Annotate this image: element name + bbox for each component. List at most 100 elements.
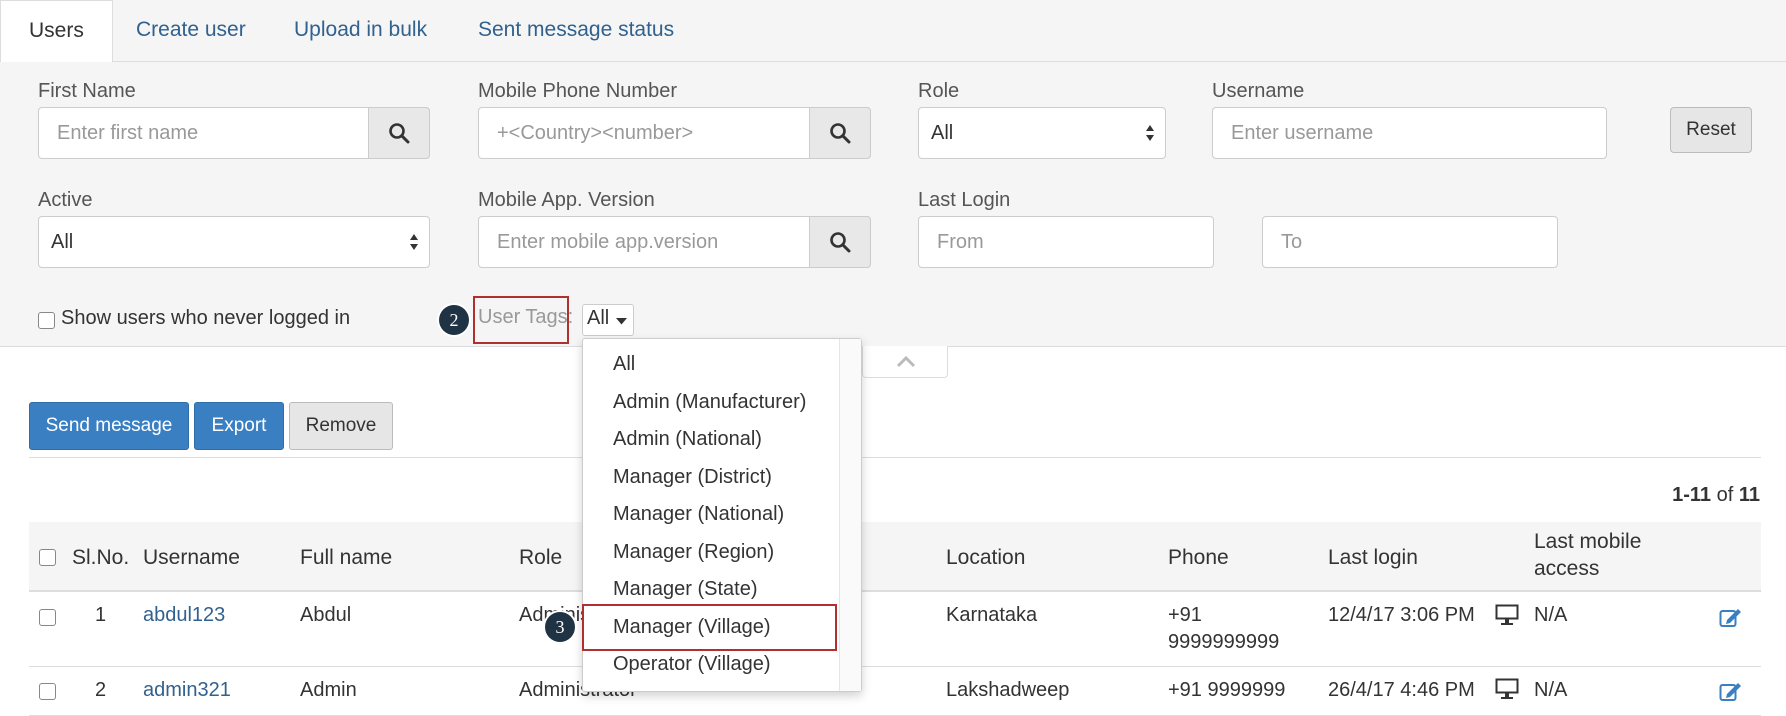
header-username[interactable]: Username	[143, 546, 240, 570]
username-input[interactable]: Enter username	[1212, 107, 1607, 159]
first-name-placeholder: Enter first name	[57, 122, 199, 144]
last-login-to-placeholder: To	[1281, 231, 1303, 253]
menu-item-manager-district[interactable]: Manager (District)	[613, 466, 772, 489]
user-tags-label: User Tags:	[478, 306, 574, 328]
edit-icon[interactable]	[1719, 680, 1743, 702]
username-label: Username	[1212, 80, 1305, 102]
never-logged-in-label: Show users who never logged in	[61, 307, 351, 329]
row-slno: 1	[95, 604, 107, 626]
app-version-search-button[interactable]	[809, 216, 871, 268]
last-login-to-input[interactable]: To	[1262, 216, 1558, 268]
app-version-placeholder: Enter mobile app.version	[497, 231, 719, 253]
step-marker-3: 3	[545, 612, 575, 642]
row-location: Lakshadweep	[946, 679, 1070, 701]
header-role[interactable]: Role	[519, 546, 562, 570]
manager-village-highlight	[582, 604, 837, 651]
filter-panel	[0, 62, 1786, 347]
tab-bar: Users Create user Upload in bulk Sent me…	[0, 0, 1786, 63]
caret-down-icon	[616, 318, 627, 325]
send-message-button[interactable]: Send message	[29, 402, 189, 450]
collapse-filters-button[interactable]	[862, 346, 948, 378]
row-last-login: 12/4/17 3:06 PM	[1328, 604, 1475, 626]
user-tags-dropdown-toggle[interactable]: All	[582, 304, 634, 336]
header-last-mobile-line2: access	[1534, 557, 1600, 580]
mobile-phone-placeholder: +<Country><number>	[497, 122, 694, 144]
user-tags-value: All	[587, 307, 610, 329]
tab-users[interactable]: Users	[0, 0, 113, 63]
active-select[interactable]: All	[38, 216, 430, 268]
row-phone-line1: +91 9999999	[1168, 679, 1286, 701]
row-last-mobile: N/A	[1534, 604, 1568, 626]
row-fullname: Abdul	[300, 604, 352, 626]
header-phone[interactable]: Phone	[1168, 546, 1229, 570]
chevron-up-icon	[896, 356, 916, 368]
last-login-from-input[interactable]: From	[918, 216, 1214, 268]
last-login-from-placeholder: From	[937, 231, 984, 253]
menu-item-all[interactable]: All	[613, 353, 635, 376]
app-version-input[interactable]: Enter mobile app.version	[478, 216, 871, 268]
row-slno: 2	[95, 679, 107, 701]
search-icon	[389, 123, 410, 144]
role-select[interactable]: All	[918, 107, 1166, 159]
first-name-input[interactable]: Enter first name	[38, 107, 430, 159]
row-checkbox[interactable]	[39, 609, 56, 626]
pagination-count: 1-11 of 11	[1672, 484, 1760, 507]
row-last-mobile: N/A	[1534, 679, 1568, 701]
tab-create-user[interactable]: Create user	[108, 0, 274, 62]
table-header: Sl.No. Username Full name Role Location …	[29, 522, 1761, 592]
active-label: Active	[38, 189, 93, 211]
row-username-link[interactable]: admin321	[143, 677, 231, 704]
app-version-label: Mobile App. Version	[478, 189, 655, 211]
desktop-icon	[1495, 604, 1519, 625]
menu-scrollbar[interactable]	[839, 339, 861, 691]
header-location[interactable]: Location	[946, 546, 1025, 570]
mobile-phone-label: Mobile Phone Number	[478, 80, 677, 102]
username-placeholder: Enter username	[1231, 122, 1374, 144]
menu-item-operator-village[interactable]: Operator (Village)	[613, 653, 770, 676]
search-icon	[830, 232, 851, 253]
select-arrows-icon	[410, 234, 418, 250]
pagination-total: 11	[1738, 484, 1760, 506]
row-location: Karnataka	[946, 604, 1038, 626]
never-logged-in-checkbox[interactable]	[38, 312, 55, 329]
menu-item-manager-national[interactable]: Manager (National)	[613, 503, 784, 526]
edit-icon[interactable]	[1719, 606, 1743, 628]
header-last-login[interactable]: Last login	[1328, 546, 1418, 570]
row-phone-line1: +91	[1168, 604, 1202, 626]
header-last-mobile-line1[interactable]: Last mobile	[1534, 530, 1641, 554]
first-name-search-button[interactable]	[368, 107, 430, 159]
row-username-link[interactable]: abdul123	[143, 602, 225, 629]
pagination-of: of	[1716, 484, 1734, 506]
menu-item-manager-region[interactable]: Manager (Region)	[613, 541, 774, 564]
search-icon	[830, 123, 851, 144]
role-label: Role	[918, 80, 960, 102]
table-row: 1 abdul123 Abdul Administrator Karnataka…	[29, 592, 1761, 667]
header-slno: Sl.No.	[72, 546, 130, 569]
row-last-login: 26/4/17 4:46 PM	[1328, 679, 1475, 701]
mobile-phone-input[interactable]: +<Country><number>	[478, 107, 871, 159]
role-select-value: All	[931, 122, 954, 144]
menu-item-admin-national[interactable]: Admin (National)	[613, 428, 762, 451]
divider	[29, 457, 1761, 458]
pagination-range: 1-11	[1672, 484, 1712, 506]
select-all-checkbox[interactable]	[39, 549, 56, 566]
last-login-label: Last Login	[918, 189, 1011, 211]
export-button[interactable]: Export	[194, 402, 284, 450]
mobile-phone-search-button[interactable]	[809, 107, 871, 159]
remove-button[interactable]: Remove	[289, 402, 393, 450]
active-select-value: All	[51, 231, 74, 253]
tab-sent-message-status[interactable]: Sent message status	[450, 0, 702, 62]
desktop-icon	[1495, 678, 1519, 699]
table-row: 2 admin321 Admin Administrator Lakshadwe…	[29, 667, 1761, 716]
row-fullname: Admin	[300, 679, 357, 701]
first-name-label: First Name	[38, 80, 136, 102]
row-phone-line2: 9999999999	[1168, 631, 1280, 653]
select-arrows-icon	[1146, 125, 1154, 141]
header-fullname[interactable]: Full name	[300, 546, 392, 570]
tab-upload-in-bulk[interactable]: Upload in bulk	[266, 0, 455, 62]
menu-item-admin-manufacturer[interactable]: Admin (Manufacturer)	[613, 391, 806, 414]
step-marker-2: 2	[439, 305, 469, 335]
reset-button[interactable]: Reset	[1670, 107, 1752, 153]
row-checkbox[interactable]	[39, 683, 56, 700]
menu-item-manager-state[interactable]: Manager (State)	[613, 578, 758, 601]
